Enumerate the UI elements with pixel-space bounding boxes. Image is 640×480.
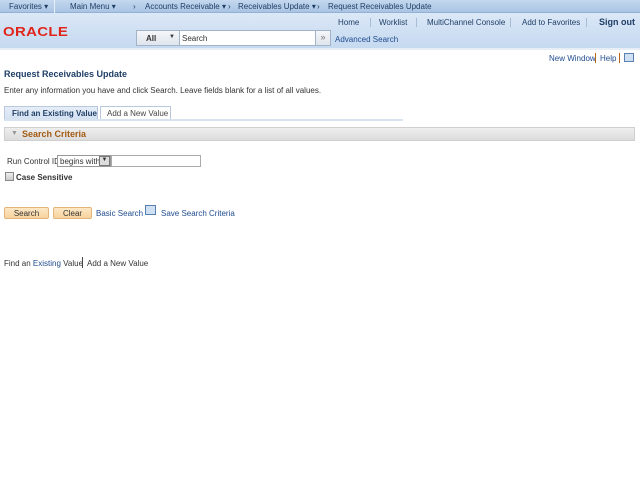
crumb-label: Accounts Receivable <box>145 2 220 11</box>
search-button[interactable]: Search <box>4 207 49 219</box>
breadcrumb-receivables-update[interactable]: Receivables Update ▾ <box>238 2 316 11</box>
basic-search-link[interactable]: Basic Search <box>96 209 143 218</box>
tab-label: Find an Existing Value <box>12 109 97 118</box>
case-sensitive-label: Case Sensitive <box>16 173 73 182</box>
instructions-text: Enter any information you have and click… <box>4 86 322 95</box>
tab-label: Add a New Value <box>107 109 169 118</box>
favorites-menu[interactable]: Favorites ▾ <box>9 2 48 11</box>
favorites-label: Favorites <box>9 2 42 11</box>
tab-add-new-value[interactable]: Add a New Value <box>100 106 171 120</box>
search-go-button[interactable]: » <box>315 30 331 46</box>
clear-button[interactable]: Clear <box>53 207 92 219</box>
divider <box>510 18 511 27</box>
search-criteria-header[interactable]: ▼ Search Criteria <box>4 127 635 141</box>
main-menu-label: Main Menu <box>70 2 110 11</box>
button-label: Search <box>13 209 40 218</box>
search-input[interactable]: Search <box>182 34 207 43</box>
operator-select[interactable]: begins with ▼ <box>57 155 111 167</box>
sign-out-link[interactable]: Sign out <box>599 17 635 27</box>
divider <box>370 18 371 27</box>
breadcrumb-accounts-receivable[interactable]: Accounts Receivable ▾ <box>145 2 226 11</box>
top-nav-bar: Favorites ▾ Main Menu ▾ › Accounts Recei… <box>0 0 640 13</box>
link-text: Existing <box>32 259 61 268</box>
save-search-icon[interactable] <box>145 205 156 215</box>
section-title: Search Criteria <box>22 129 87 139</box>
add-new-value-link[interactable]: Add a New Value <box>87 259 148 268</box>
run-control-id-input[interactable] <box>111 155 201 167</box>
tab-find-existing-value[interactable]: Find an Existing Value <box>4 106 98 120</box>
operator-value: begins with <box>60 157 101 166</box>
page-title: Request Receivables Update <box>4 69 128 79</box>
run-control-id-label: Run Control ID <box>7 157 60 166</box>
scope-label: All <box>146 34 157 43</box>
oracle-logo: ORACLE <box>3 24 69 39</box>
find-existing-value-link[interactable]: Find an Existing Value <box>4 259 83 268</box>
divider <box>619 53 620 63</box>
save-search-criteria-link[interactable]: Save Search Criteria <box>161 209 235 218</box>
tab-underline <box>4 119 403 121</box>
advanced-search-link[interactable]: Advanced Search <box>335 35 398 44</box>
breadcrumb-sep-icon: › <box>228 2 231 11</box>
help-link[interactable]: Help <box>600 54 616 63</box>
search-bar: All ▼ Search <box>136 30 331 46</box>
multichannel-console-link[interactable]: MultiChannel Console <box>427 18 505 27</box>
chevron-down-icon: ▼ <box>169 34 175 40</box>
main-menu[interactable]: Main Menu ▾ <box>70 2 116 11</box>
crumb-label: Receivables Update <box>238 2 310 11</box>
home-link[interactable]: Home <box>338 18 359 27</box>
button-label: Clear <box>62 209 83 218</box>
search-scope-select[interactable]: All ▼ <box>137 31 180 45</box>
divider <box>586 18 587 27</box>
link-text: Value <box>60 259 84 268</box>
link-text: Find an <box>4 259 33 268</box>
personalize-page-icon[interactable] <box>624 53 634 62</box>
breadcrumb-sep-icon: › <box>133 2 136 11</box>
collapse-triangle-icon: ▼ <box>11 130 18 137</box>
breadcrumb-sep-icon: › <box>317 2 320 11</box>
case-sensitive-checkbox[interactable] <box>5 172 14 181</box>
worklist-link[interactable]: Worklist <box>379 18 407 27</box>
add-to-favorites-link[interactable]: Add to Favorites <box>522 18 580 27</box>
header: Home Worklist MultiChannel Console Add t… <box>0 13 640 50</box>
divider <box>416 18 417 27</box>
chevron-down-icon: ▼ <box>99 156 110 166</box>
new-window-link[interactable]: New Window <box>549 54 596 63</box>
breadcrumb-current[interactable]: Request Receivables Update <box>328 2 432 11</box>
divider <box>82 257 83 268</box>
divider <box>595 53 596 63</box>
double-chevron-icon: » <box>320 32 326 42</box>
divider <box>54 0 55 13</box>
